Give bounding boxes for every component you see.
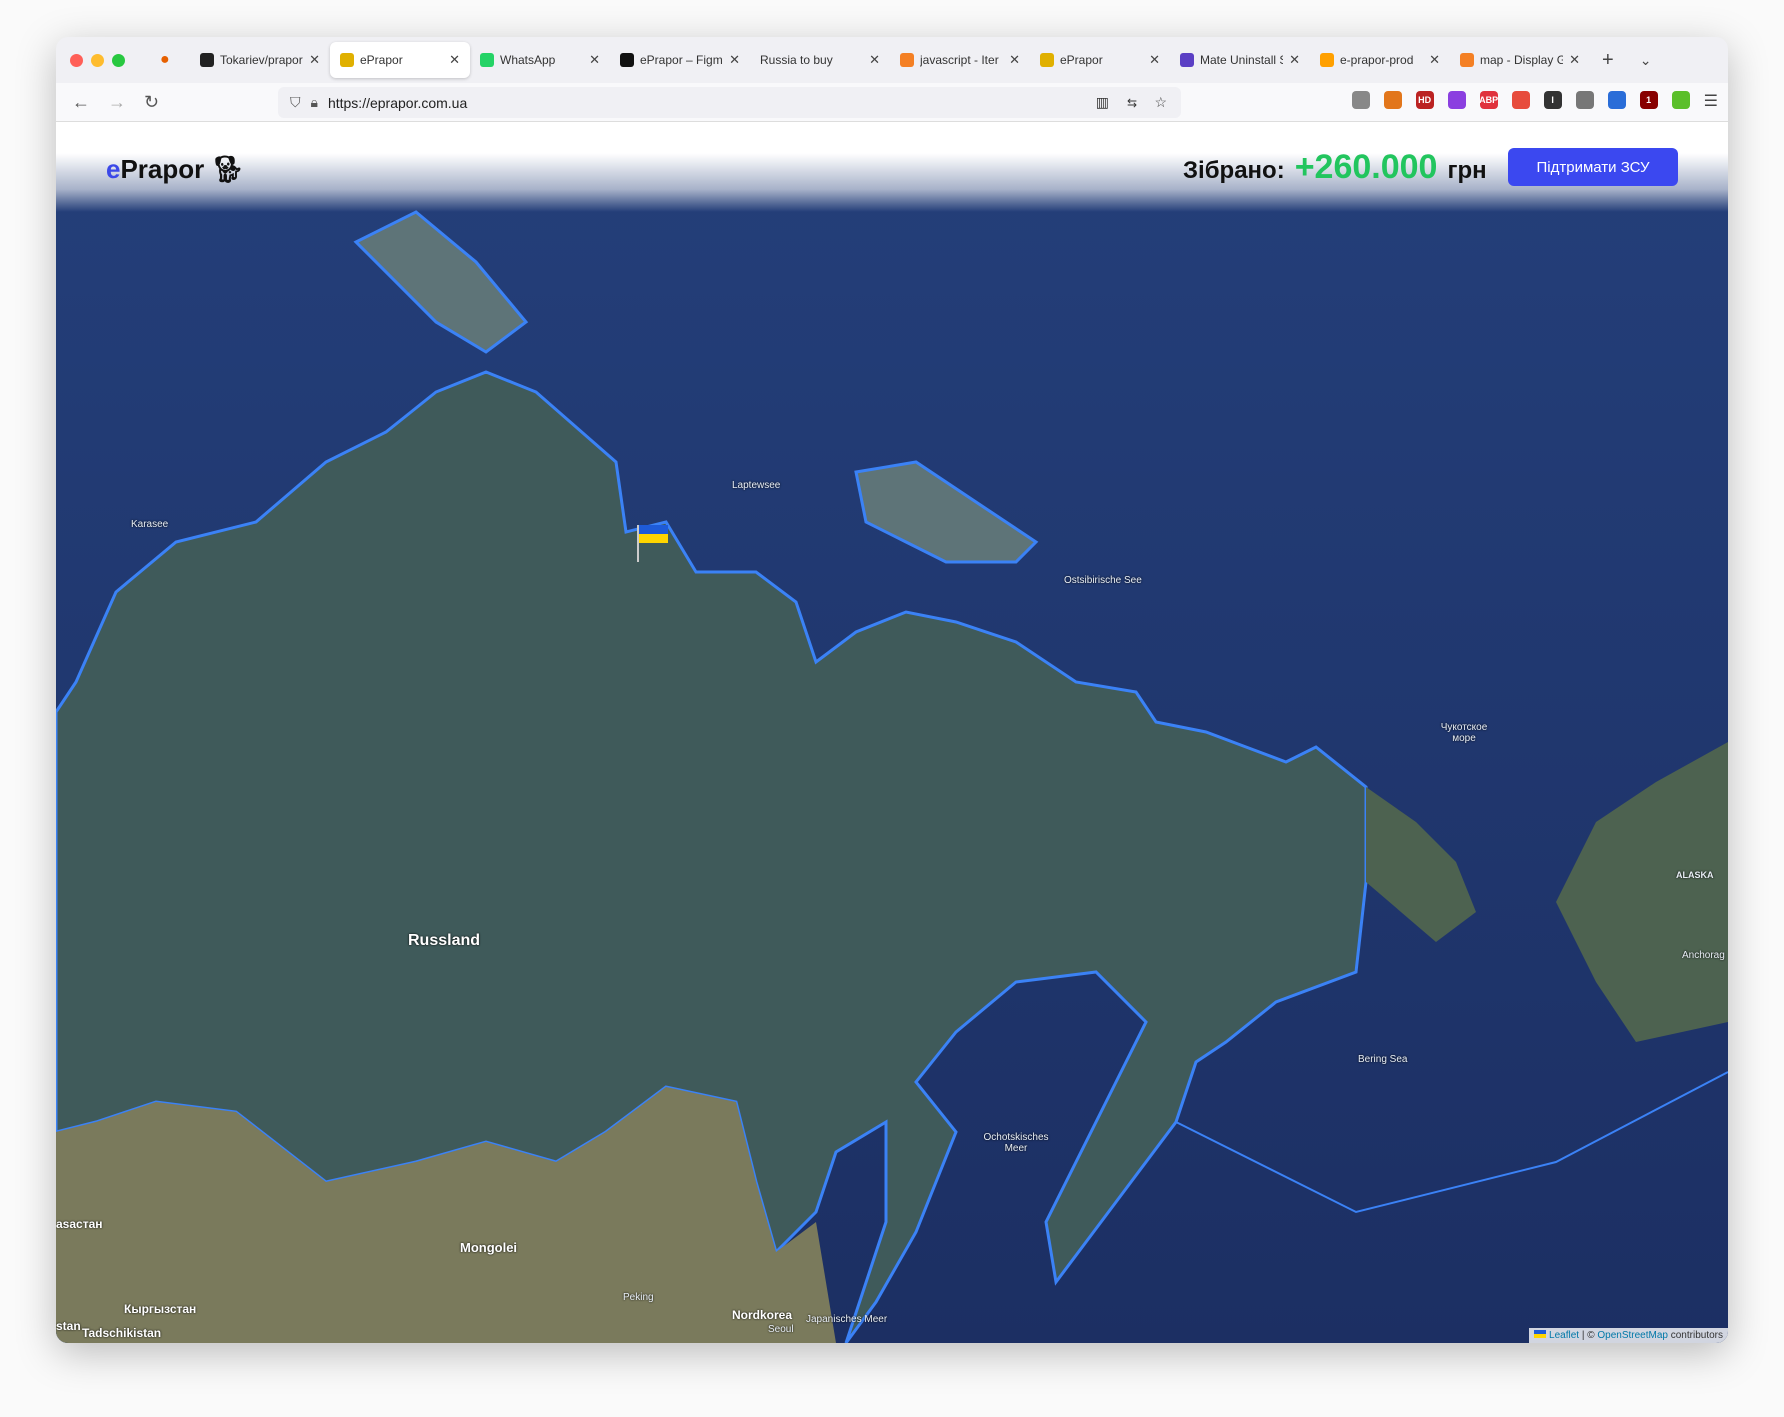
figma-icon (620, 53, 634, 67)
mate-icon (1180, 53, 1194, 67)
map-label: Bering Sea (1358, 1054, 1408, 1065)
blue-ext-icon[interactable] (1607, 91, 1626, 109)
stackoverflow-icon (1460, 53, 1474, 67)
tab-0[interactable]: Tokariev/prapor ✕ (190, 42, 330, 78)
map-attribution: Leaflet | © OpenStreetMap contributors (1529, 1328, 1728, 1343)
close-tab-icon[interactable]: ✕ (1289, 52, 1300, 68)
close-window-button[interactable] (70, 53, 83, 67)
map-label: Чукотское море (1440, 722, 1488, 744)
map-label: Кыргызстан (124, 1302, 197, 1316)
close-tab-icon[interactable]: ✕ (309, 52, 320, 68)
shield-icon[interactable]: ⛉ (290, 94, 301, 111)
map-label: Mongolei (460, 1240, 518, 1255)
map-label: Japanisches Meer (806, 1314, 888, 1325)
adblock-icon[interactable]: ABP (1479, 91, 1498, 109)
close-tab-icon[interactable]: ✕ (729, 52, 740, 68)
map-label: stan (56, 1319, 81, 1333)
map-label: Laptewsee (732, 480, 781, 491)
map-label: ALASKA (1676, 870, 1714, 880)
collected-amount: Зібрано: +260.000 грн (1183, 148, 1487, 186)
tab-bar: ● Tokariev/prapor ✕ ePrapor ✕ WhatsApp ✕ ePrap… (56, 37, 1728, 83)
map-label: Russland (408, 932, 481, 949)
map-label: Peking (623, 1292, 654, 1303)
map-label: Ochotskisches Meer (983, 1132, 1049, 1154)
url-text[interactable]: https://eprapor.com.ua (328, 95, 467, 111)
close-tab-icon[interactable]: ✕ (869, 52, 880, 68)
ublock-icon[interactable]: 1 (1639, 91, 1658, 109)
forward-button[interactable]: → (108, 92, 128, 113)
map-label: Nordkorea (732, 1308, 793, 1322)
back-button[interactable]: ← (72, 92, 92, 113)
lock-icon[interactable]: 🔒︎ (311, 94, 318, 111)
firebase-icon (1320, 53, 1334, 67)
purple-ext-icon[interactable] (1447, 91, 1466, 109)
tab-4[interactable]: Russia to buy ✕ (750, 42, 890, 78)
address-bar[interactable]: ⛉ 🔒︎ https://eprapor.com.ua ▥ ⇆ ☆ (278, 87, 1181, 118)
close-tab-icon[interactable]: ✕ (1569, 52, 1580, 68)
tab-1[interactable]: ePrapor ✕ (330, 42, 470, 78)
tab-7[interactable]: Mate Uninstall S ✕ (1170, 42, 1310, 78)
firefox-icon[interactable]: ● (160, 51, 190, 69)
tab-9[interactable]: map - Display G ✕ (1450, 42, 1590, 78)
ukraine-flag-icon (1534, 1330, 1547, 1338)
close-tab-icon[interactable]: ✕ (1009, 52, 1020, 68)
menu-icon[interactable]: ☰ (1704, 91, 1718, 111)
navigation-toolbar: ← → ↻ ⛉ 🔒︎ https://eprapor.com.ua ▥ ⇆ ☆ … (56, 83, 1728, 122)
close-tab-icon[interactable]: ✕ (1429, 52, 1440, 68)
text-cursor-icon[interactable]: I (1543, 91, 1562, 109)
bookmark-star-icon[interactable]: ☆ (1154, 94, 1167, 111)
camera-ext-icon[interactable] (1511, 91, 1530, 109)
tab-8[interactable]: e-prapor-prod ✕ (1310, 42, 1450, 78)
hd-icon[interactable]: HD (1415, 91, 1434, 109)
tab-6[interactable]: ePrapor ✕ (1030, 42, 1170, 78)
map-label: Tadschikistan (82, 1326, 162, 1340)
map-label: asacтан (56, 1217, 103, 1231)
close-tab-icon[interactable]: ✕ (449, 52, 460, 68)
browser-window: ● Tokariev/prapor ✕ ePrapor ✕ WhatsApp ✕ ePrap… (56, 37, 1728, 1343)
reload-button[interactable]: ↻ (144, 92, 164, 113)
tab-3[interactable]: ePrapor – Figma ✕ (610, 42, 750, 78)
reader-view-icon[interactable]: ▥ (1096, 94, 1109, 111)
tab-2[interactable]: WhatsApp ✕ (470, 42, 610, 78)
map-label: Seoul (768, 1324, 794, 1335)
stackoverflow-icon (900, 53, 914, 67)
eprapor-logo[interactable]: ePrapor 🐕︎ (106, 154, 245, 185)
eprapor-icon (340, 53, 354, 67)
leaflet-link[interactable]: Leaflet (1549, 1330, 1579, 1341)
github-icon (200, 53, 214, 67)
tab-list-chevron-icon[interactable]: ⌄ (1640, 52, 1652, 69)
osm-link[interactable]: OpenStreetMap (1597, 1330, 1668, 1341)
support-zsu-button[interactable]: Підтримати ЗСУ (1508, 148, 1678, 186)
map-label: Karasee (131, 519, 169, 530)
map-label: Anchorag (1682, 950, 1725, 961)
map-label: Ostsibirische See (1064, 575, 1142, 586)
close-tab-icon[interactable]: ✕ (1149, 52, 1160, 68)
translate-icon[interactable]: ⇆ (1127, 96, 1137, 110)
tab-5[interactable]: javascript - Iter ✕ (890, 42, 1030, 78)
eprapor-icon (1040, 53, 1054, 67)
dog-mascot-icon: 🐕︎ (211, 154, 245, 184)
close-tab-icon[interactable]: ✕ (589, 52, 600, 68)
whatsapp-icon (480, 53, 494, 67)
map-page: ePrapor 🐕︎ Зібрано: +260.000 грн Підтрим… (56, 122, 1728, 1343)
maximize-window-button[interactable] (112, 53, 125, 67)
metamask-icon[interactable] (1383, 91, 1402, 109)
minimize-window-button[interactable] (91, 53, 104, 67)
download-icon[interactable] (1671, 91, 1690, 109)
pocket-icon[interactable] (1351, 91, 1370, 109)
window-controls (70, 53, 160, 67)
new-tab-button[interactable]: + (1602, 49, 1614, 72)
cloud-icon[interactable] (1575, 91, 1594, 109)
